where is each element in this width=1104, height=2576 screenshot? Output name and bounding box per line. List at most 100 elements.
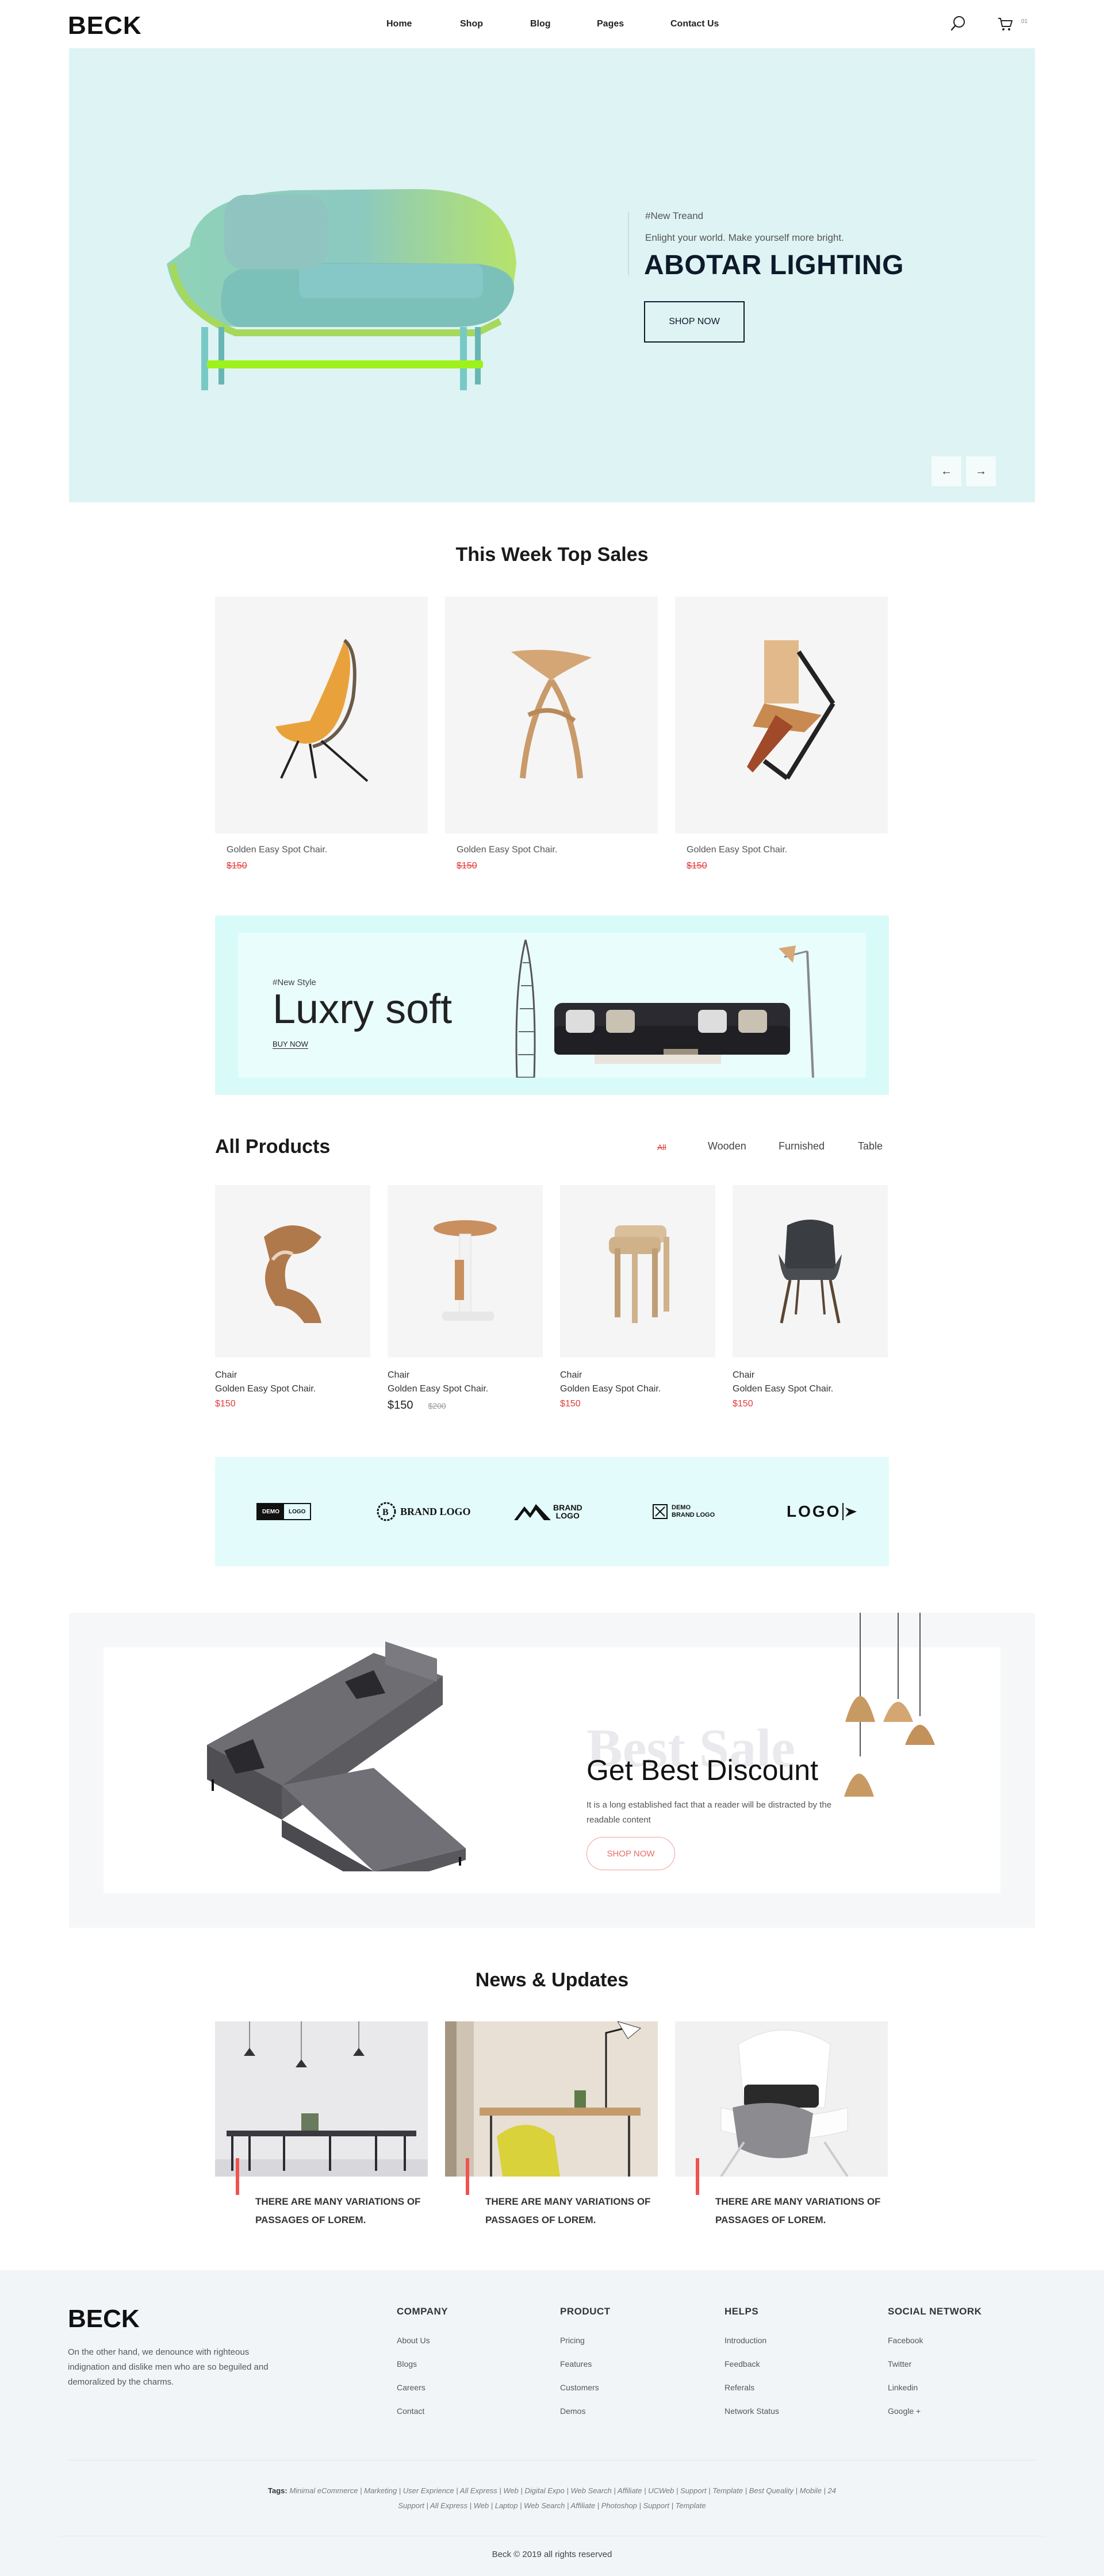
product-category: Chair bbox=[215, 1370, 237, 1380]
footer-col-title: PRODUCT bbox=[560, 2306, 611, 2317]
news-image[interactable] bbox=[215, 2021, 428, 2177]
site-logo[interactable]: BECK bbox=[68, 11, 142, 40]
footer-link[interactable]: Referals bbox=[724, 2383, 779, 2406]
footer-link[interactable]: Facebook bbox=[888, 2336, 982, 2359]
top-sales-title: This Week Top Sales bbox=[455, 544, 649, 566]
product-image[interactable] bbox=[388, 1185, 543, 1358]
product-card[interactable]: Chair Golden Easy Spot Chair. $150 bbox=[215, 1185, 370, 1409]
footer-link[interactable]: Twitter bbox=[888, 2359, 982, 2383]
filter-wooden-tab[interactable]: Wooden bbox=[708, 1140, 746, 1152]
footer-col-title: SOCIAL NETWORK bbox=[888, 2306, 982, 2317]
all-products-title: All Products bbox=[215, 1136, 331, 1158]
footer-col-social: SOCIAL NETWORK Facebook Twitter Linkedin… bbox=[888, 2306, 982, 2430]
footer-link[interactable]: Demos bbox=[560, 2406, 611, 2430]
product-price-current: $150 bbox=[388, 1399, 413, 1412]
discount-shop-now-button[interactable]: SHOP NOW bbox=[586, 1837, 675, 1870]
brand-logo-3[interactable]: BRAND LOGO bbox=[514, 1497, 582, 1526]
hero-divider bbox=[628, 212, 629, 275]
footer-link[interactable]: Introduction bbox=[724, 2336, 779, 2359]
brand-logo-1[interactable]: DEMO LOGO bbox=[256, 1497, 312, 1526]
product-name[interactable]: Golden Easy Spot Chair. bbox=[560, 1384, 715, 1394]
product-image[interactable] bbox=[215, 1185, 370, 1358]
brand-logo-2[interactable]: B BRAND LOGO bbox=[376, 1497, 471, 1526]
footer-tags-line-1: Tags: Minimal eCommerce | Marketing | Us… bbox=[0, 2486, 1104, 2495]
footer-link[interactable]: Feedback bbox=[724, 2359, 779, 2383]
sale-card[interactable]: Golden Easy Spot Chair. $150 bbox=[445, 597, 658, 871]
nav-contact[interactable]: Contact Us bbox=[670, 19, 719, 29]
product-category: Chair bbox=[733, 1370, 755, 1380]
hero-shop-now-button[interactable]: SHOP NOW bbox=[644, 301, 745, 343]
footer-link[interactable]: Network Status bbox=[724, 2406, 779, 2430]
product-name[interactable]: Golden Easy Spot Chair. bbox=[687, 845, 888, 855]
news-card[interactable]: THERE ARE MANY VARIATIONS OF PASSAGES OF… bbox=[675, 2021, 888, 2229]
search-icon[interactable] bbox=[950, 15, 967, 35]
brand-logo-2-text: BRAND LOGO bbox=[400, 1505, 471, 1517]
sale-card[interactable]: Golden Easy Spot Chair. $150 bbox=[675, 597, 888, 871]
product-name[interactable]: Golden Easy Spot Chair. bbox=[227, 845, 428, 855]
news-card[interactable]: THERE ARE MANY VARIATIONS OF PASSAGES OF… bbox=[215, 2021, 428, 2229]
product-image[interactable] bbox=[215, 597, 428, 833]
filter-all-tab[interactable]: All bbox=[657, 1143, 666, 1152]
arrow-right-icon[interactable]: → bbox=[966, 456, 996, 486]
footer-link[interactable]: Google + bbox=[888, 2406, 982, 2430]
news-accent-bar bbox=[236, 2158, 239, 2195]
footer-copyright: Beck © 2019 all rights reserved bbox=[492, 2550, 612, 2559]
brand-logo-3-text-b: LOGO bbox=[555, 1511, 580, 1520]
footer-link[interactable]: Contact bbox=[397, 2406, 448, 2430]
footer-link[interactable]: About Us bbox=[397, 2336, 448, 2359]
news-image[interactable] bbox=[445, 2021, 658, 2177]
hero-tag: #New Treand bbox=[645, 210, 704, 221]
svg-text:B: B bbox=[382, 1508, 389, 1517]
nav-blog[interactable]: Blog bbox=[530, 19, 551, 29]
product-price: $150 bbox=[560, 1399, 581, 1409]
product-image[interactable] bbox=[733, 1185, 888, 1358]
product-image[interactable] bbox=[445, 597, 658, 833]
nav-home[interactable]: Home bbox=[386, 19, 412, 29]
nav-shop[interactable]: Shop bbox=[460, 19, 483, 29]
news-headline[interactable]: THERE ARE MANY VARIATIONS OF PASSAGES OF… bbox=[715, 2193, 888, 2229]
promo-sofa-image bbox=[515, 940, 814, 1078]
discount-text: It is a long established fact that a rea… bbox=[586, 1800, 832, 1825]
footer-link[interactable]: Linkedin bbox=[888, 2383, 982, 2406]
discount-section: Best Sale Get Best Discount It is a long… bbox=[69, 1613, 1035, 1928]
nav-pages[interactable]: Pages bbox=[597, 19, 624, 29]
filter-table-tab[interactable]: Table bbox=[858, 1140, 883, 1152]
news-headline[interactable]: THERE ARE MANY VARIATIONS OF PASSAGES OF… bbox=[255, 2193, 428, 2229]
news-image[interactable] bbox=[675, 2021, 888, 2177]
product-name[interactable]: Golden Easy Spot Chair. bbox=[215, 1384, 370, 1394]
footer-link[interactable]: Blogs bbox=[397, 2359, 448, 2383]
news-card[interactable]: THERE ARE MANY VARIATIONS OF PASSAGES OF… bbox=[445, 2021, 658, 2229]
product-card[interactable]: Chair Golden Easy Spot Chair. $150 bbox=[560, 1185, 715, 1409]
product-image[interactable] bbox=[560, 1185, 715, 1358]
product-card[interactable]: Chair Golden Easy Spot Chair. $150 $200 bbox=[388, 1185, 543, 1412]
brand-logo-5[interactable]: LOGO bbox=[787, 1497, 858, 1526]
footer-link[interactable]: Features bbox=[560, 2359, 611, 2383]
product-image[interactable] bbox=[675, 597, 888, 833]
product-price-old: $200 bbox=[428, 1401, 446, 1410]
footer-logo[interactable]: BECK bbox=[68, 2305, 140, 2333]
product-name[interactable]: Golden Easy Spot Chair. bbox=[733, 1384, 888, 1394]
news-accent-bar bbox=[696, 2158, 699, 2195]
brand-logo-4[interactable]: DEMO BRAND LOGO bbox=[652, 1497, 715, 1526]
footer-link[interactable]: Careers bbox=[397, 2383, 448, 2406]
promo-buy-now-link[interactable]: BUY NOW bbox=[273, 1040, 308, 1049]
product-category: Chair bbox=[388, 1370, 410, 1380]
news-headline[interactable]: THERE ARE MANY VARIATIONS OF PASSAGES OF… bbox=[485, 2193, 658, 2229]
footer-link[interactable]: Pricing bbox=[560, 2336, 611, 2359]
footer-tags-line-2[interactable]: Support | All Express | Web | Laptop | W… bbox=[0, 2501, 1104, 2510]
sale-card[interactable]: Golden Easy Spot Chair. $150 bbox=[215, 597, 428, 871]
cart-icon[interactable] bbox=[997, 15, 1013, 35]
filter-furnished-tab[interactable]: Furnished bbox=[779, 1140, 825, 1152]
arrow-left-icon[interactable]: ← bbox=[931, 456, 961, 486]
product-price: $150 bbox=[227, 861, 247, 871]
product-name[interactable]: Golden Easy Spot Chair. bbox=[457, 845, 658, 855]
footer-tags-text[interactable]: Minimal eCommerce | Marketing | User Exp… bbox=[289, 2486, 836, 2495]
product-card[interactable]: Chair Golden Easy Spot Chair. $150 bbox=[733, 1185, 888, 1409]
product-name[interactable]: Golden Easy Spot Chair. bbox=[388, 1384, 543, 1394]
product-price: $150 $200 bbox=[388, 1399, 543, 1412]
footer-tags-label: Tags: bbox=[267, 2486, 288, 2495]
footer-about: On the other hand, we denounce with righ… bbox=[68, 2347, 269, 2387]
discount-title: Get Best Discount bbox=[586, 1754, 818, 1786]
footer-col-product: PRODUCT Pricing Features Customers Demos bbox=[560, 2306, 611, 2430]
footer-link[interactable]: Customers bbox=[560, 2383, 611, 2406]
